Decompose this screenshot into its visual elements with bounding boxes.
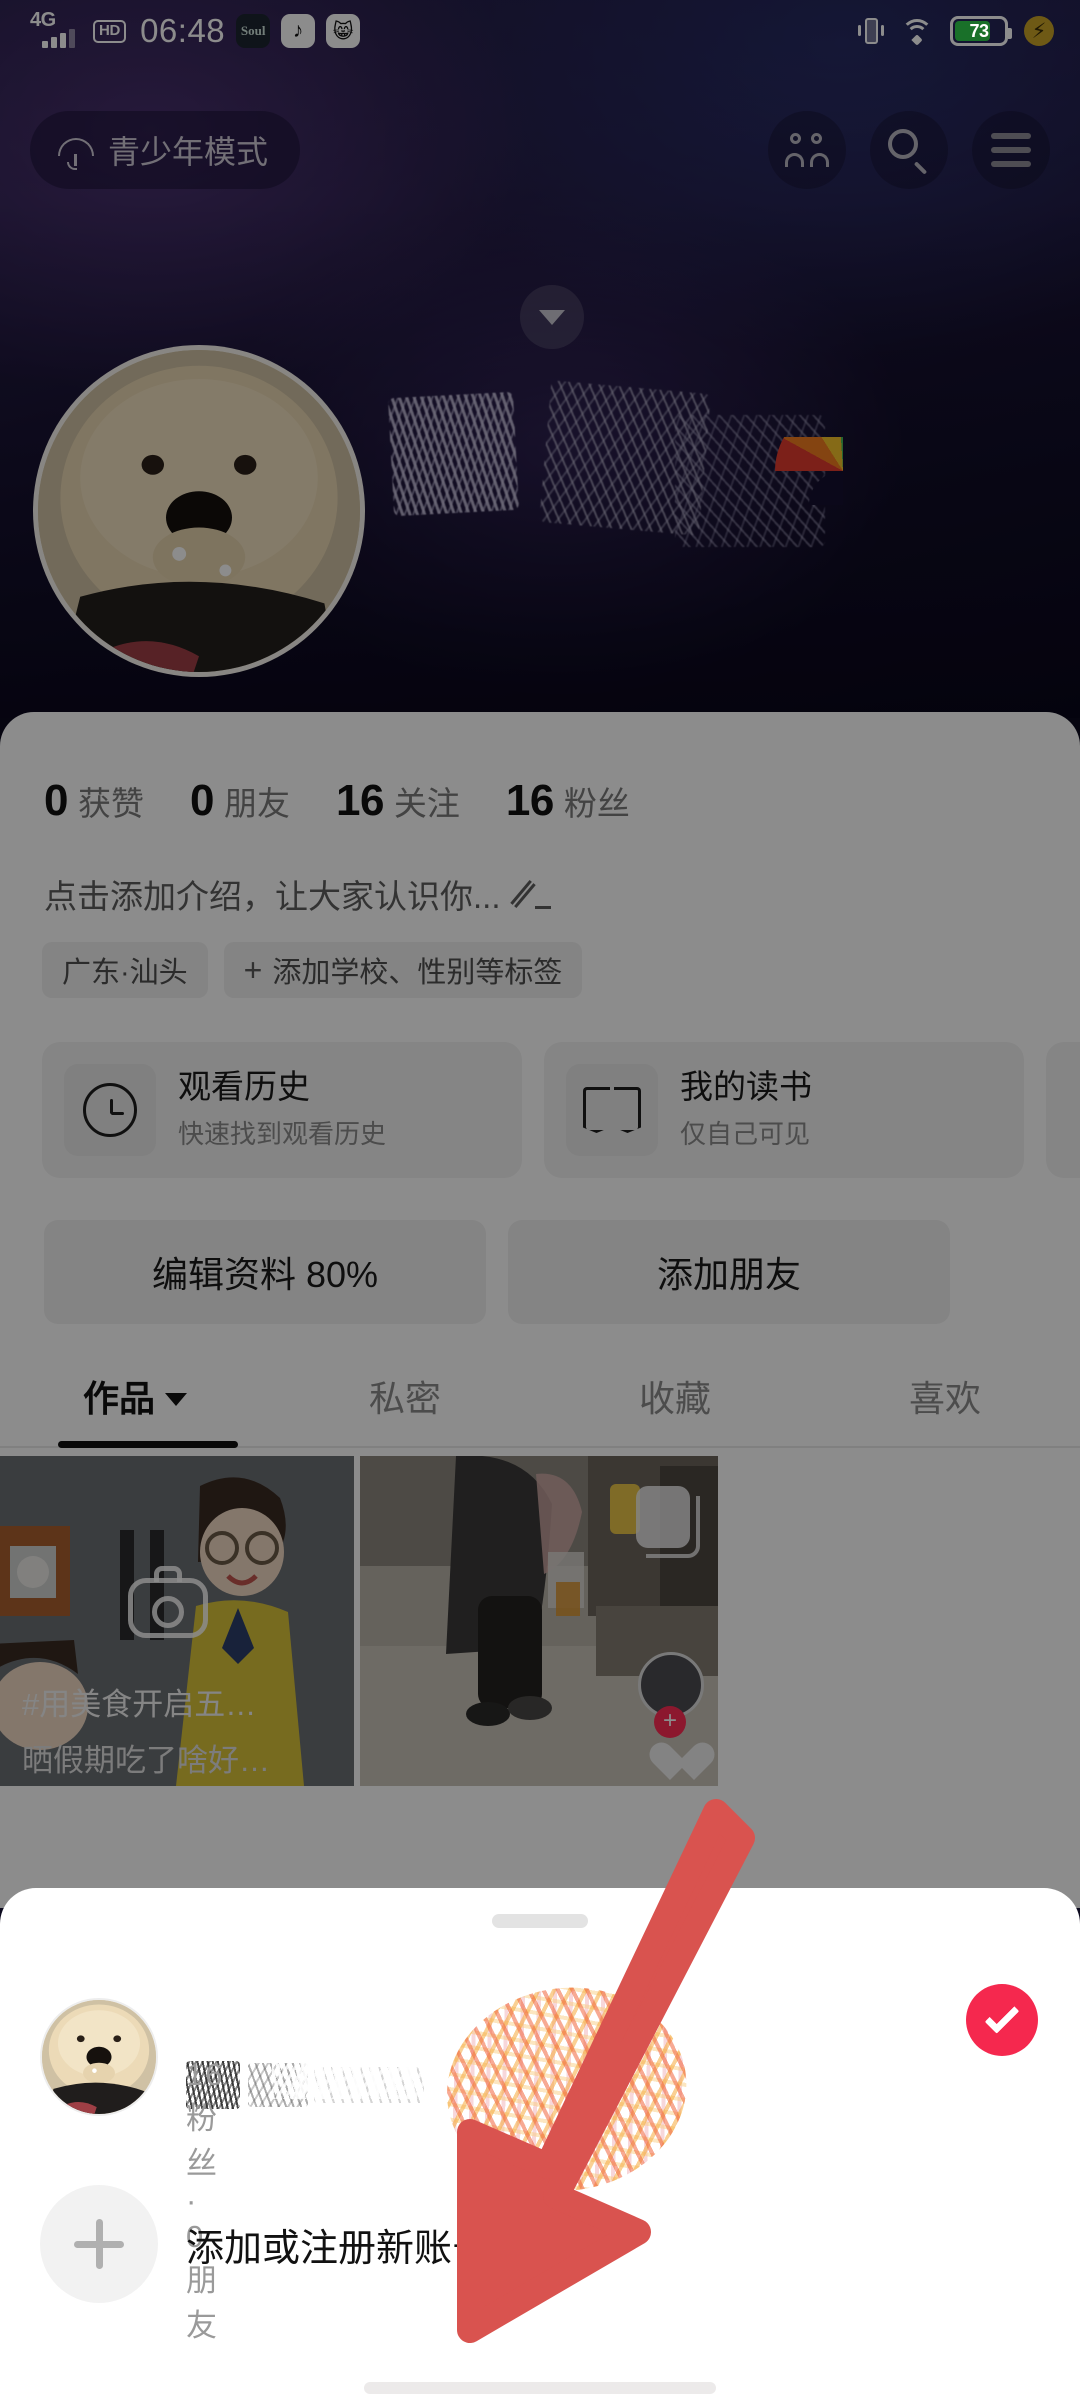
avatar — [40, 1998, 158, 2116]
home-indicator — [364, 2382, 716, 2394]
battery-percent-label: 73 — [969, 20, 989, 41]
dog-avatar — [42, 2000, 156, 2114]
account-row[interactable]: 16 粉丝 · 0 朋友 — [0, 1982, 1080, 2343]
phone-screen: 4G HD 06:48 Soul ♪ 😸 73 ⚡ 青少年模式 0 获赞 0 朋… — [0, 0, 1080, 2408]
account-switch-sheet: 16 粉丝 · 0 朋友 添加或注册新账号 — [0, 1888, 1080, 2408]
check-circle-icon[interactable] — [966, 1984, 1038, 2056]
add-account-label: 添加或注册新账号 — [186, 2227, 491, 2270]
add-account-row[interactable]: 添加或注册新账号 — [0, 2174, 1080, 2314]
drag-handle[interactable] — [492, 1914, 588, 1928]
modal-dim-overlay[interactable] — [0, 0, 1080, 1908]
plus-icon — [40, 2185, 158, 2303]
